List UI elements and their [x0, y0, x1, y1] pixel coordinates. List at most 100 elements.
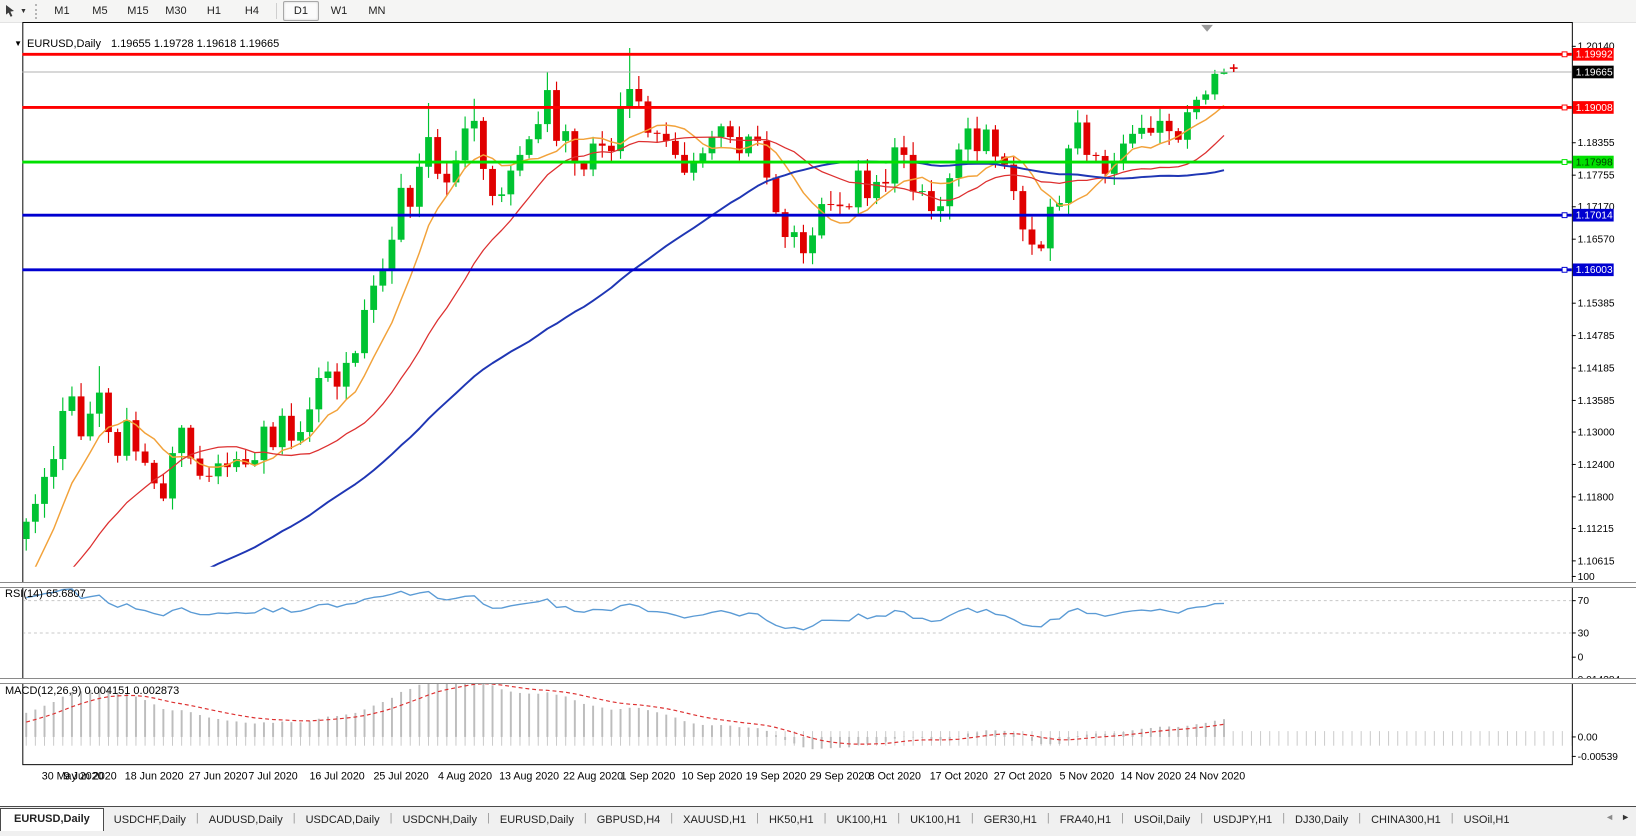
- price-label-1.17014: 1.17014: [1573, 209, 1614, 222]
- price-label-1.19665: 1.19665: [1573, 66, 1614, 79]
- horizontal-line-1.19992[interactable]: [22, 52, 1572, 57]
- timeframe-button-mn[interactable]: MN: [359, 1, 395, 21]
- chart-tab-usoil-daily[interactable]: USOil,Daily: [1124, 810, 1200, 831]
- chart-tab-usoil-h1[interactable]: USOil,H1: [1454, 810, 1520, 831]
- chart-tab-usdjpy-h1[interactable]: USDJPY,H1: [1203, 810, 1282, 831]
- date-label: 5 Nov 2020: [1060, 771, 1115, 783]
- cursor-tool-icon[interactable]: [3, 3, 19, 19]
- horizontal-line-1.19008[interactable]: [22, 105, 1572, 110]
- date-label: 24 Nov 2020: [1185, 771, 1246, 783]
- chart-tab-xauusd-h1[interactable]: XAUUSD,H1: [673, 810, 756, 831]
- chart-tab-uk100-h1[interactable]: UK100,H1: [900, 810, 971, 831]
- price-tick-label: 1.14785: [1578, 331, 1615, 342]
- price-tick-label: 1.11215: [1578, 524, 1614, 535]
- timeframe-button-m1[interactable]: M1: [44, 1, 80, 21]
- date-label: 18 Jun 2020: [125, 771, 184, 783]
- date-label: 4 Aug 2020: [438, 771, 492, 783]
- line-handle[interactable]: [1562, 105, 1567, 110]
- mt4-terminal: { "toolbar": { "timeframes": [ {"label":…: [0, 0, 1636, 835]
- chart-tab-gbpusd-h4[interactable]: GBPUSD,H4: [587, 810, 671, 831]
- timeframe-button-h4[interactable]: H4: [234, 1, 270, 21]
- ma-line-fast-ma[interactable]: [26, 105, 1224, 581]
- date-label: 10 Sep 2020: [682, 771, 743, 783]
- chart-tab-usdcnh-daily[interactable]: USDCNH,Daily: [392, 810, 487, 831]
- tab-scroll-left-icon[interactable]: ◄: [1605, 812, 1614, 822]
- rsi-indicator-label: RSI(14) 65.6807: [5, 588, 86, 600]
- macd-axis[interactable]: 0.0143840.00-0.00539: [1572, 675, 1621, 763]
- chart-tab-fra40-h1[interactable]: FRA40,H1: [1050, 810, 1121, 831]
- chart-shift-marker-icon[interactable]: [1201, 25, 1213, 32]
- chart-tab-uk100-h1[interactable]: UK100,H1: [826, 810, 897, 831]
- chart-tab-eurusd-daily[interactable]: EURUSD,Daily: [490, 810, 584, 831]
- date-label: 1 Sep 2020: [621, 771, 676, 783]
- line-handle[interactable]: [1562, 52, 1567, 57]
- chart-tab-dj30-daily[interactable]: DJ30,Daily: [1285, 810, 1358, 831]
- macd-tick-label: -0.00539: [1578, 752, 1619, 763]
- price-label-text: 1.19992: [1576, 50, 1613, 61]
- date-label: 17 Oct 2020: [930, 771, 988, 783]
- pane-splitter-macd[interactable]: [0, 678, 1636, 684]
- price-tick-label: 1.13585: [1578, 396, 1615, 407]
- chart-title: ▼ EURUSD,Daily 1.19655 1.19728 1.19618 1.1…: [8, 26, 279, 50]
- chart-canvas[interactable]: 30 May 20209 Jun 202018 Jun 202027 Jun 2…: [0, 22, 1636, 806]
- chart-tab-usdcad-daily[interactable]: USDCAD,Daily: [296, 810, 390, 831]
- horizontal-line-1.16003[interactable]: [22, 267, 1572, 272]
- price-tick-label: 1.10615: [1578, 556, 1615, 567]
- date-label: 29 Sep 2020: [810, 771, 871, 783]
- price-axis[interactable]: 1.201401.183551.177551.171701.165701.153…: [1572, 42, 1615, 568]
- pane-splitter-rsi[interactable]: [0, 582, 1636, 588]
- price-label-text: 1.17014: [1576, 211, 1613, 222]
- timeframe-button-h1[interactable]: H1: [196, 1, 232, 21]
- rsi-tick-label: 70: [1578, 596, 1590, 607]
- timeframe-buttons: M1M5M15M30H1H4 D1W1MN: [43, 1, 396, 21]
- timeframe-button-m30[interactable]: M30: [158, 1, 194, 21]
- ma-line-mid-ma[interactable]: [26, 135, 1224, 629]
- date-label: 9 Jun 2020: [64, 771, 117, 783]
- line-handle[interactable]: [1562, 160, 1567, 165]
- chart-collapse-icon[interactable]: ▼: [14, 39, 22, 48]
- timeframe-button-d1[interactable]: D1: [283, 1, 319, 21]
- price-tick-label: 1.11800: [1578, 492, 1614, 503]
- timeframe-button-m15[interactable]: M15: [120, 1, 156, 21]
- date-label: 27 Oct 2020: [994, 771, 1052, 783]
- chart-tab-audusd-daily[interactable]: AUDUSD,Daily: [199, 810, 293, 831]
- chart-tab-eurusd-daily[interactable]: EURUSD,Daily: [0, 808, 104, 831]
- price-label-text: 1.16003: [1576, 265, 1613, 276]
- price-label-text: 1.19665: [1576, 67, 1613, 78]
- price-tick-label: 1.12400: [1578, 460, 1615, 471]
- chart-symbol-period: EURUSD,Daily: [27, 38, 101, 50]
- line-handle[interactable]: [1562, 213, 1567, 218]
- horizontal-line-1.17014[interactable]: [22, 213, 1572, 218]
- chart-window-frame: [23, 22, 1573, 764]
- price-tick-label: 1.16570: [1578, 235, 1615, 246]
- cursor-dropdown-caret-icon[interactable]: ▼: [20, 8, 27, 15]
- price-tick-label: 1.15385: [1578, 299, 1615, 310]
- date-label: 19 Sep 2020: [746, 771, 807, 783]
- toolbar-drag-handle[interactable]: [35, 4, 37, 19]
- date-label: 27 Jun 2020: [189, 771, 248, 783]
- timeframe-button-m5[interactable]: M5: [82, 1, 118, 21]
- macd-pane: [25, 678, 1225, 749]
- horizontal-line-1.17998[interactable]: [22, 160, 1572, 165]
- price-tick-label: 1.17755: [1578, 171, 1615, 182]
- ma-line-slow-ma[interactable]: [26, 161, 1224, 654]
- chart-tab-bar: EURUSD,DailyUSDCHF,Daily|AUDUSD,Daily|US…: [0, 806, 1636, 836]
- price-tick-label: 1.14185: [1578, 363, 1615, 374]
- chart-ohlc-values: 1.19655 1.19728 1.19618 1.19665: [111, 38, 279, 50]
- date-label: 22 Aug 2020: [563, 771, 623, 783]
- chart-tab-usdchf-daily[interactable]: USDCHF,Daily: [104, 810, 196, 831]
- chart-tab-ger30-h1[interactable]: GER30,H1: [974, 810, 1047, 831]
- macd-indicator-label: MACD(12,26,9) 0.004151 0.002873: [5, 685, 179, 697]
- line-handle[interactable]: [1562, 267, 1567, 272]
- timeframe-button-w1[interactable]: W1: [321, 1, 357, 21]
- time-axis[interactable]: 30 May 20209 Jun 202018 Jun 202027 Jun 2…: [26, 731, 1571, 783]
- last-price-cross-icon: [1230, 64, 1238, 72]
- price-label-1.19992: 1.19992: [1573, 48, 1614, 61]
- chart-tab-china300-h1[interactable]: CHINA300,H1: [1361, 810, 1451, 831]
- chart-tab-hk50-h1[interactable]: HK50,H1: [759, 810, 824, 831]
- price-label-1.16003: 1.16003: [1573, 263, 1614, 276]
- tab-scroll-right-icon[interactable]: ►: [1621, 812, 1630, 822]
- top-toolbar: ▼ M1M5M15M30H1H4 D1W1MN: [0, 0, 1636, 23]
- date-label: 16 Jul 2020: [309, 771, 364, 783]
- date-label: 25 Jul 2020: [373, 771, 428, 783]
